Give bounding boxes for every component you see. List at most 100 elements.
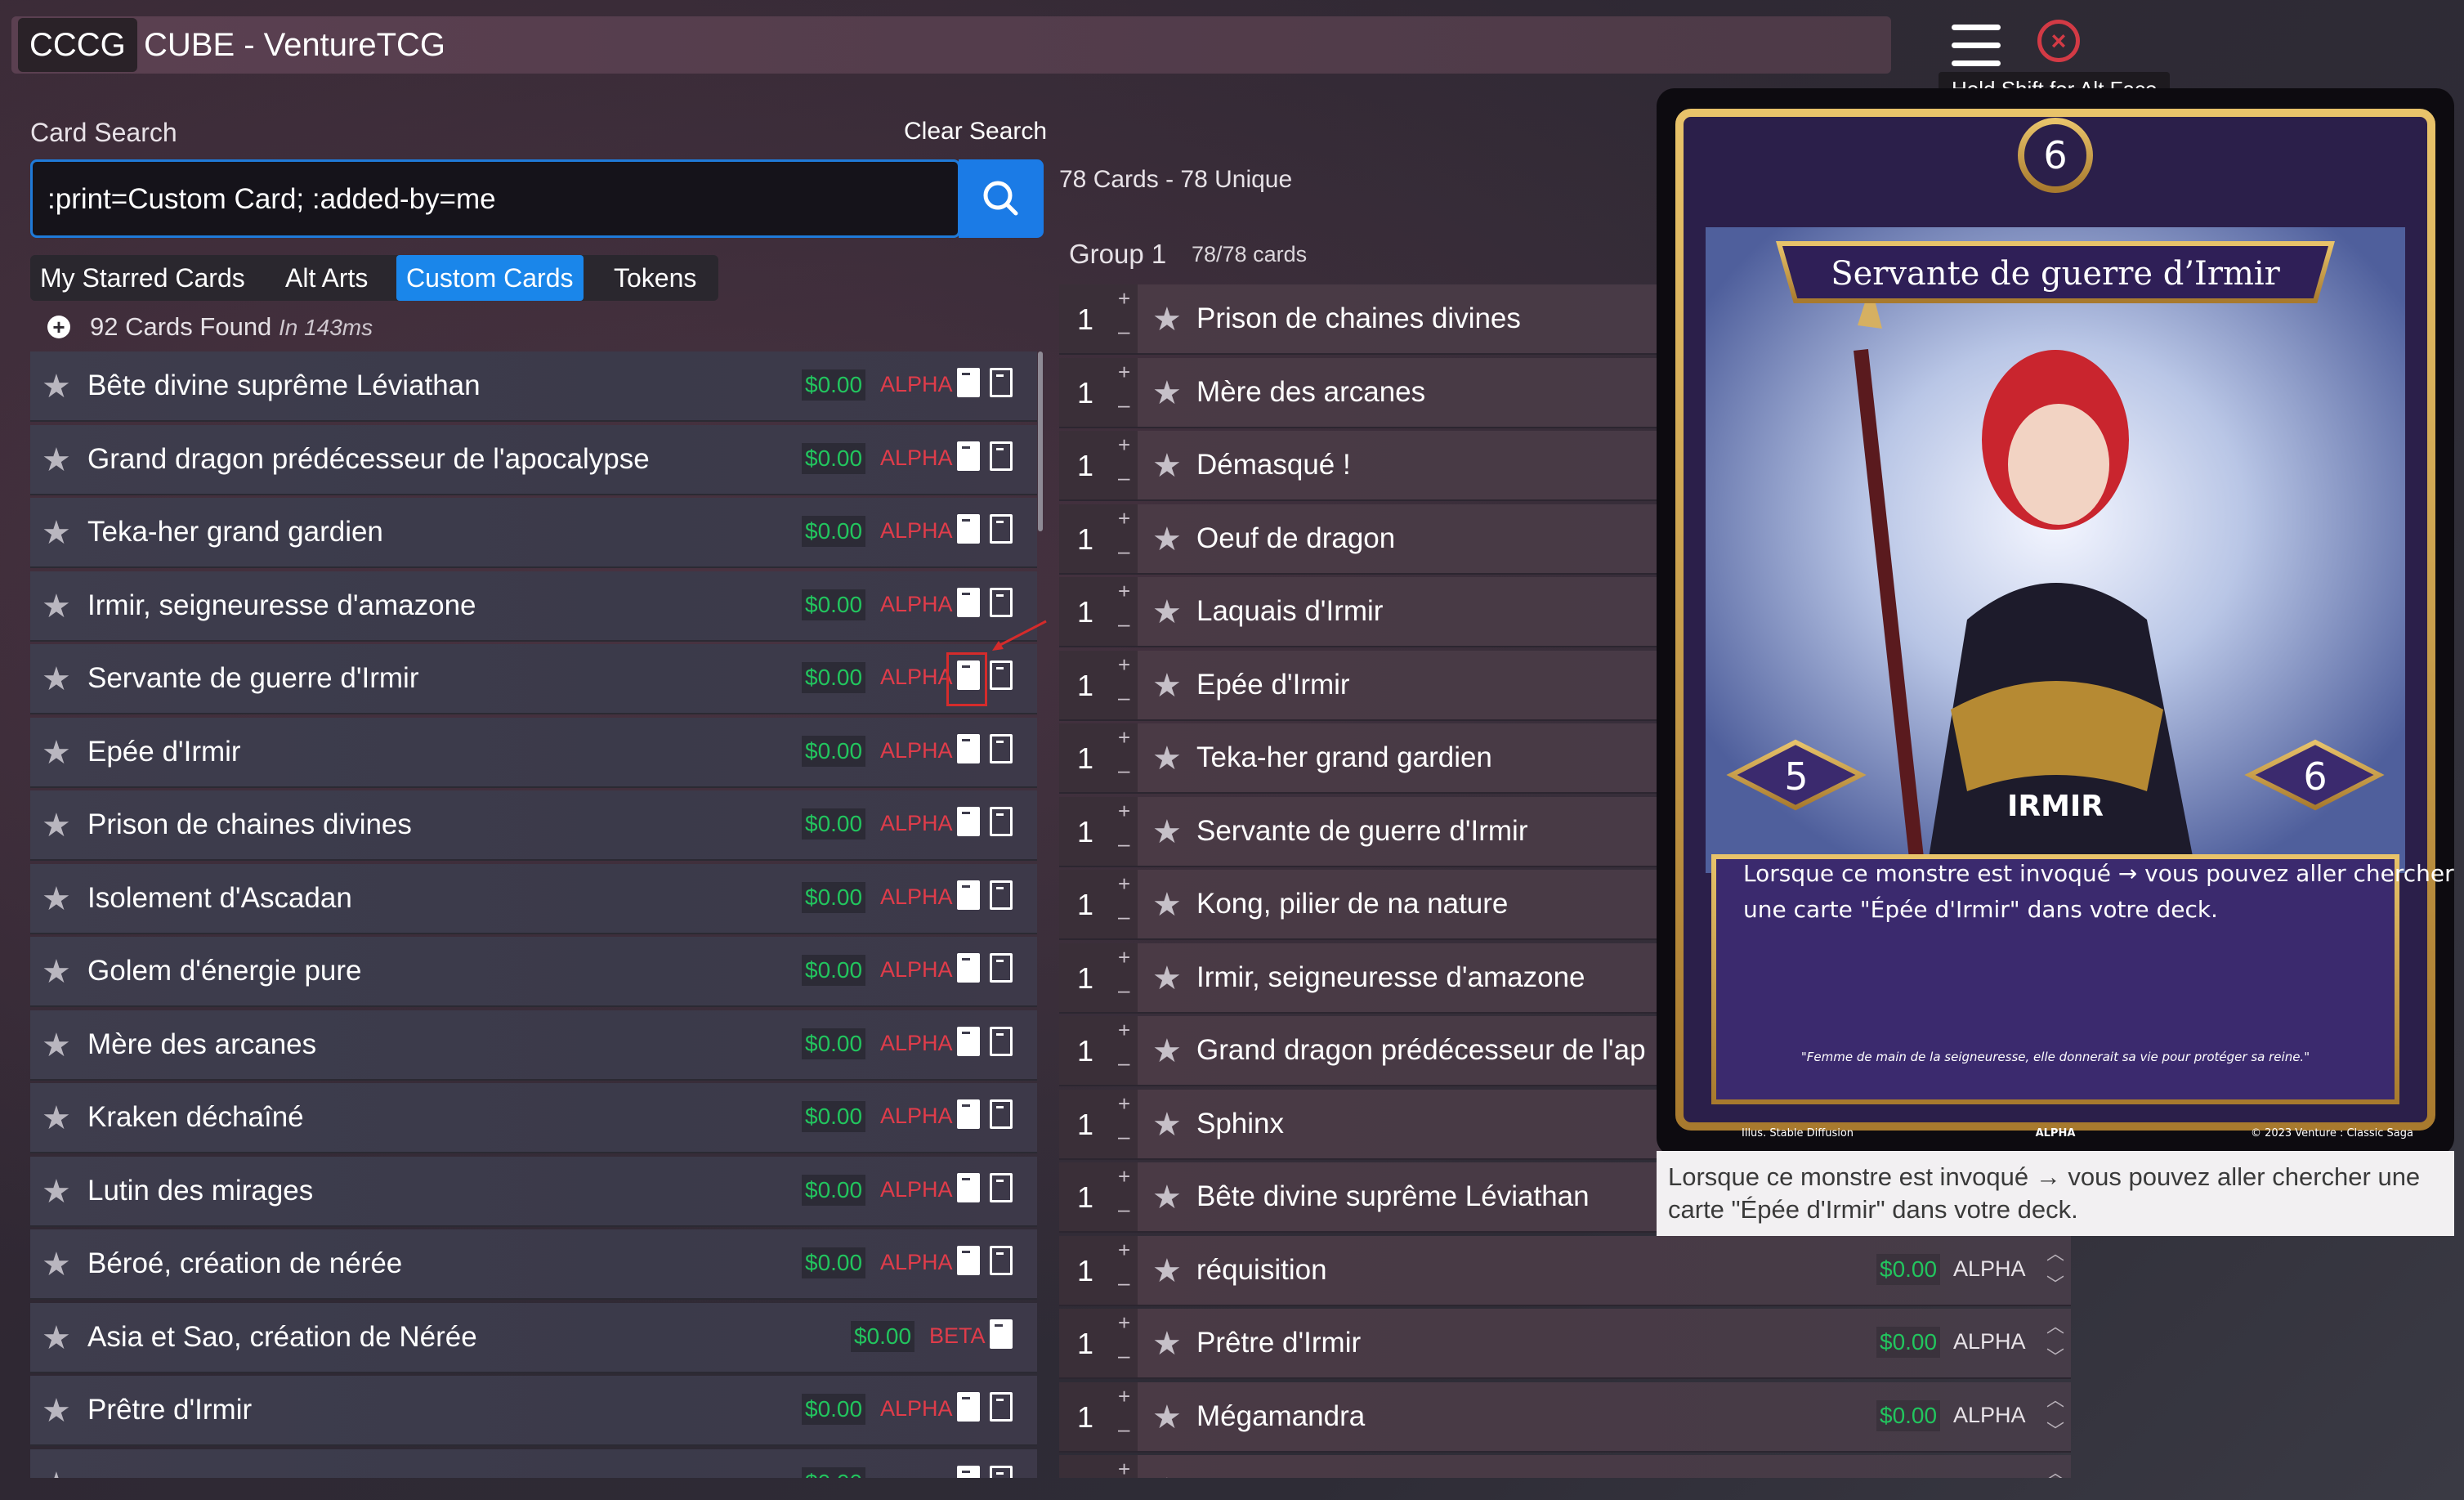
result-row[interactable]: ★ Mère des arcanes $0.00 ALPHA xyxy=(30,1010,1037,1081)
star-icon[interactable]: ★ xyxy=(42,1246,71,1283)
result-row[interactable]: ★ Bête divine suprême Léviathan $0.00 ALPHA xyxy=(30,351,1037,422)
card-outline-icon[interactable] xyxy=(990,1099,1013,1129)
decrement-icon[interactable]: – xyxy=(1118,1050,1129,1076)
deck-quantity[interactable]: 1 xyxy=(1077,1180,1093,1215)
card-outline-icon[interactable] xyxy=(990,880,1013,910)
card-image-icon[interactable] xyxy=(957,1172,980,1202)
card-outline-icon[interactable] xyxy=(990,514,1013,544)
results-scrollbar[interactable] xyxy=(1038,351,1043,531)
decrement-icon[interactable]: – xyxy=(1118,465,1129,490)
result-row[interactable]: ★ Asia et Sao, création de Nérée $0.00 BETA xyxy=(30,1302,1037,1373)
card-outline-icon[interactable] xyxy=(990,587,1013,617)
menu-icon[interactable] xyxy=(1952,25,2001,67)
increment-icon[interactable]: + xyxy=(1118,1384,1130,1409)
result-row[interactable]: ★ Lutin des mirages $0.00 ALPHA xyxy=(30,1156,1037,1227)
deck-quantity[interactable]: 1 xyxy=(1077,1254,1093,1288)
group-label[interactable]: Group 1 xyxy=(1069,239,1166,270)
star-icon[interactable]: ★ xyxy=(1152,813,1182,851)
result-row[interactable]: ★ Kraken déchaîné $0.00 ALPHA xyxy=(30,1083,1037,1153)
increment-icon[interactable]: + xyxy=(1118,871,1130,897)
increment-icon[interactable]: + xyxy=(1118,1164,1130,1189)
star-icon[interactable]: ★ xyxy=(1152,1399,1182,1436)
star-icon[interactable]: ★ xyxy=(42,514,71,552)
result-row[interactable]: ★ Prêtre d'Irmir $0.00 ALPHA xyxy=(30,1376,1037,1446)
result-row[interactable]: ★ Epée d'Irmir $0.00 ALPHA xyxy=(30,717,1037,788)
card-image-icon[interactable] xyxy=(957,368,980,397)
decrement-icon[interactable]: – xyxy=(1118,1270,1129,1296)
result-row[interactable]: ★ Prison de chaines divines $0.00 ALPHA xyxy=(30,790,1037,861)
result-row[interactable]: ★ Servante de guerre d'Irmir $0.00 ALPHA xyxy=(30,644,1037,714)
decrement-icon[interactable]: – xyxy=(1118,611,1129,637)
increment-icon[interactable]: + xyxy=(1118,1310,1130,1336)
deck-quantity[interactable]: 1 xyxy=(1077,449,1093,483)
card-image-icon[interactable] xyxy=(957,1099,980,1129)
card-outline-icon[interactable] xyxy=(990,441,1013,471)
result-row[interactable]: ★ Teka-her grand gardien $0.00 ALPHA xyxy=(30,498,1037,568)
deck-row[interactable]: 1 + – ★ Mégamandra $0.00 ALPHA ︿ ﹀ xyxy=(1059,1381,2071,1453)
deck-quantity[interactable]: 1 xyxy=(1077,595,1093,629)
star-icon[interactable]: ★ xyxy=(1152,667,1182,705)
decrement-icon[interactable]: – xyxy=(1118,539,1129,564)
card-image-icon[interactable] xyxy=(957,1026,980,1056)
chevron-down-icon[interactable]: ﹀ xyxy=(2046,1270,2064,1296)
deck-quantity[interactable]: 1 xyxy=(1077,1327,1093,1361)
deck-quantity[interactable]: 1 xyxy=(1077,1400,1093,1435)
increment-icon[interactable]: + xyxy=(1118,286,1130,311)
deck-quantity[interactable]: 1 xyxy=(1077,1034,1093,1068)
card-outline-icon[interactable] xyxy=(990,1465,1013,1478)
app-logo[interactable]: CCCG xyxy=(18,18,137,72)
result-row[interactable]: ★ $0.00 xyxy=(30,1449,1037,1478)
decrement-icon[interactable]: – xyxy=(1118,758,1129,783)
decrement-icon[interactable]: – xyxy=(1118,978,1129,1003)
increment-icon[interactable]: + xyxy=(1118,506,1130,531)
card-image-icon[interactable] xyxy=(957,441,980,471)
deck-quantity[interactable]: 1 xyxy=(1077,1108,1093,1142)
decrement-icon[interactable]: – xyxy=(1118,1417,1129,1442)
star-icon[interactable]: ★ xyxy=(42,807,71,844)
star-icon[interactable]: ★ xyxy=(1152,593,1182,631)
card-image-icon[interactable] xyxy=(957,953,980,983)
increment-icon[interactable]: + xyxy=(1118,432,1130,458)
increment-icon[interactable]: + xyxy=(1118,1238,1130,1263)
star-icon[interactable]: ★ xyxy=(42,953,71,991)
chevron-down-icon[interactable]: ﹀ xyxy=(2046,1417,2064,1443)
decrement-icon[interactable]: – xyxy=(1118,685,1129,710)
increment-icon[interactable]: + xyxy=(1118,799,1130,824)
increment-icon[interactable]: + xyxy=(1118,579,1130,604)
decrement-icon[interactable]: – xyxy=(1118,831,1129,857)
deck-quantity[interactable]: 1 xyxy=(1077,961,1093,996)
card-image-icon[interactable] xyxy=(957,1246,980,1275)
increment-icon[interactable]: + xyxy=(1118,652,1130,678)
star-icon[interactable]: ★ xyxy=(42,880,71,918)
deck-row[interactable]: 1 + – ★ réquisition $0.00 ALPHA ︿ ﹀ xyxy=(1059,1235,2071,1306)
star-icon[interactable]: ★ xyxy=(42,734,71,772)
increment-icon[interactable]: + xyxy=(1118,1091,1130,1117)
tab-starred[interactable]: My Starred Cards xyxy=(30,255,255,301)
deck-quantity[interactable]: 1 xyxy=(1077,376,1093,410)
decrement-icon[interactable]: – xyxy=(1118,904,1129,929)
star-icon[interactable]: ★ xyxy=(42,660,71,698)
result-row[interactable]: ★ Isolement d'Ascadan $0.00 ALPHA xyxy=(30,863,1037,934)
star-icon[interactable]: ★ xyxy=(42,1099,71,1137)
card-image-icon[interactable] xyxy=(957,1392,980,1422)
result-row[interactable]: ★ Irmir, seigneuresse d'amazone $0.00 ALPHA xyxy=(30,571,1037,642)
star-icon[interactable]: ★ xyxy=(1152,886,1182,924)
star-icon[interactable]: ★ xyxy=(1152,960,1182,997)
decrement-icon[interactable]: – xyxy=(1118,1343,1129,1368)
star-icon[interactable]: ★ xyxy=(42,441,71,479)
card-outline-icon[interactable] xyxy=(990,1246,1013,1275)
star-icon[interactable]: ★ xyxy=(1152,1325,1182,1363)
card-outline-icon[interactable] xyxy=(990,1392,1013,1422)
star-icon[interactable]: ★ xyxy=(42,1027,71,1064)
star-icon[interactable]: ★ xyxy=(1152,1179,1182,1216)
decrement-icon[interactable]: – xyxy=(1118,392,1129,418)
increment-icon[interactable]: + xyxy=(1118,1018,1130,1043)
close-icon[interactable]: × xyxy=(2037,20,2080,62)
card-outline-icon[interactable] xyxy=(990,807,1013,836)
card-image-icon[interactable] xyxy=(957,807,980,836)
card-outline-icon[interactable] xyxy=(990,1026,1013,1056)
star-icon[interactable]: ★ xyxy=(42,368,71,405)
star-icon[interactable]: ★ xyxy=(42,1392,71,1430)
deck-quantity[interactable]: 1 xyxy=(1077,741,1093,776)
deck-quantity[interactable]: 1 xyxy=(1077,888,1093,922)
